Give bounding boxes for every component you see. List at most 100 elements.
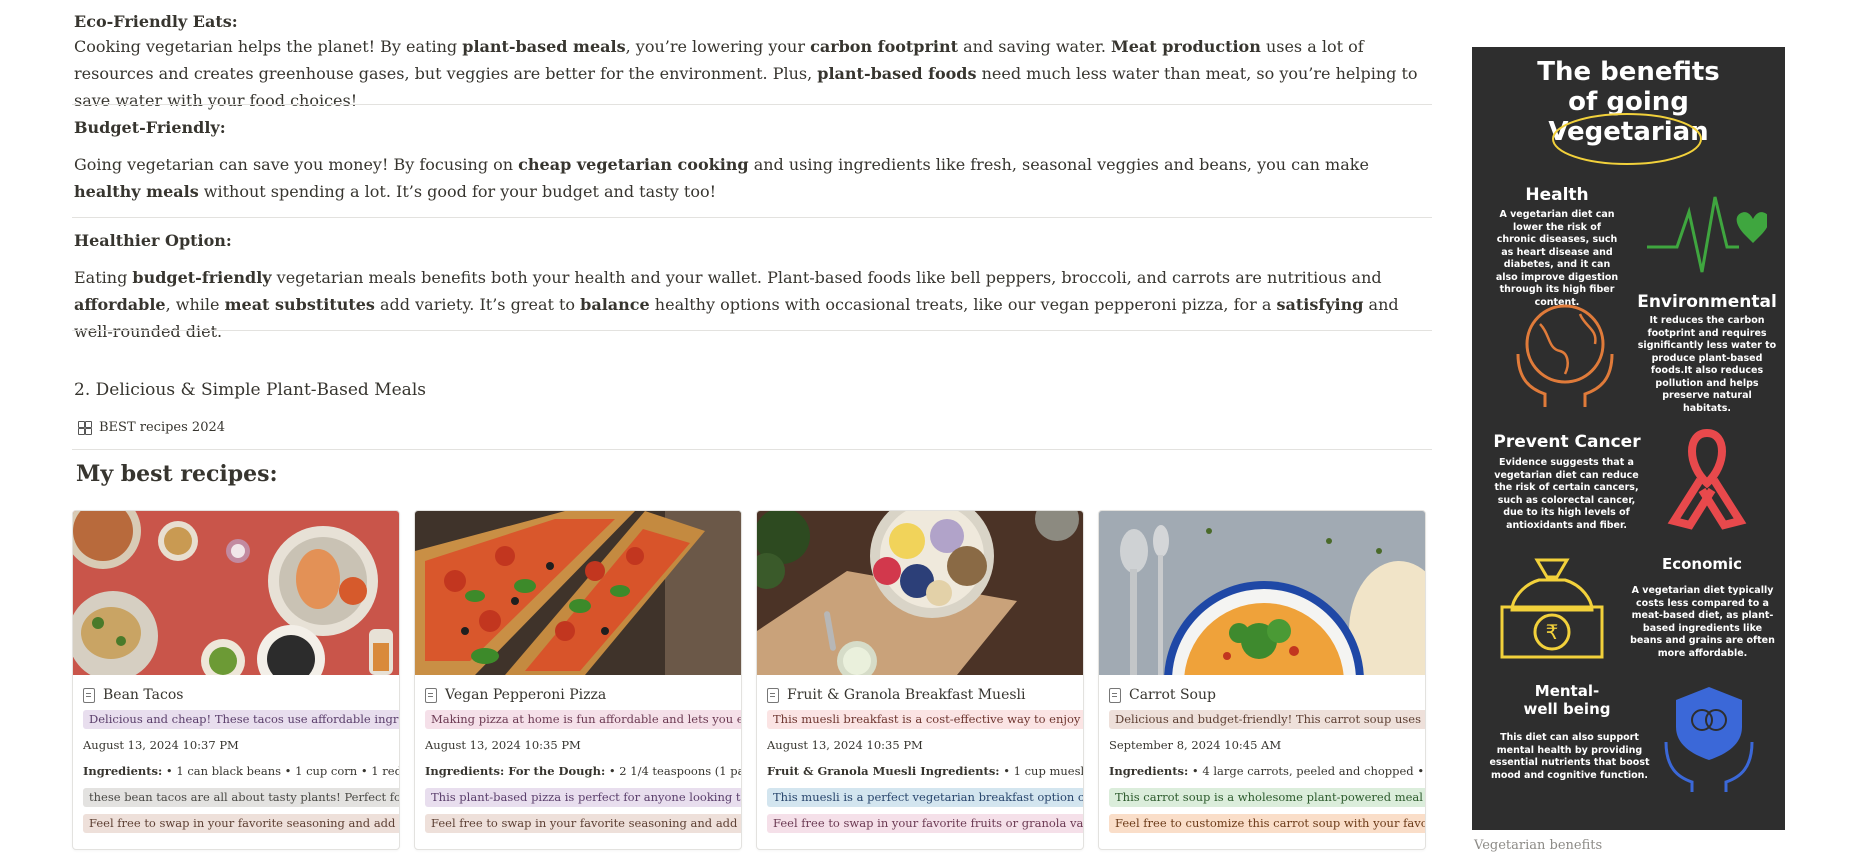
summary-tag: Delicious and cheap! These tacos use aff…: [83, 710, 399, 729]
section-heading[interactable]: 2. Delicious & Simple Plant-Based Meals: [74, 380, 426, 400]
text: add variety. It’s great to: [374, 295, 581, 314]
card-ingredients: Ingredients: For the Dough: • 2 1/4 teas…: [425, 758, 741, 784]
page-icon: [1109, 687, 1121, 703]
bold-text: Meat production: [1111, 37, 1261, 56]
globe-hands-icon: [1516, 304, 1614, 407]
card-ingredients: Fruit & Granola Muesli Ingredients: • 1 …: [767, 758, 1083, 784]
recipe-card-muesli[interactable]: Fruit & Granola Breakfast Muesli This mu…: [756, 510, 1084, 850]
text: Cooking vegetarian helps the planet! By …: [74, 37, 463, 56]
card-title-text: Bean Tacos: [103, 687, 184, 703]
bold-text: satisfying: [1276, 295, 1364, 314]
card-date: August 13, 2024 10:35 PM: [767, 738, 923, 752]
mental-text: This diet can also support mental health…: [1489, 732, 1650, 781]
recipe-card-carrot-soup[interactable]: Carrot Soup Delicious and budget-friendl…: [1098, 510, 1426, 850]
page-icon: [425, 687, 437, 703]
text: healthy options with occasional treats, …: [649, 295, 1277, 314]
ingredients-label: Fruit & Granola Muesli Ingredients:: [767, 764, 1000, 778]
card-tip: Feel free to swap in your favorite fruit…: [767, 810, 1083, 836]
ingredients-text: • 2 1/4 teaspoons (1 packet) act: [608, 764, 741, 778]
card-title-text: Fruit & Granola Breakfast Muesli: [787, 687, 1026, 703]
bold-text: cheap vegetarian cooking: [518, 155, 749, 174]
eco-paragraph: Cooking vegetarian helps the planet! By …: [74, 33, 1430, 114]
currency-symbol: ₹: [1546, 620, 1559, 644]
card-title[interactable]: Fruit & Granola Breakfast Muesli: [767, 684, 1083, 706]
card-tip: Feel free to swap in your favorite seaso…: [425, 810, 741, 836]
eco-title: Eco-Friendly Eats:: [74, 12, 238, 31]
recipe-gallery: Bean Tacos Delicious and cheap! These ta…: [72, 510, 1426, 850]
card-ingredients: Ingredients: • 1 can black beans • 1 cup…: [83, 758, 399, 784]
bold-text: plant-based meals: [462, 37, 626, 56]
card-summary: Delicious and cheap! These tacos use aff…: [83, 706, 399, 732]
database-link-label: BEST recipes 2024: [99, 420, 226, 435]
summary-tag: Delicious and budget-friendly! This carr…: [1109, 710, 1425, 729]
card-date: August 13, 2024 10:37 PM: [83, 738, 239, 752]
text: Eating: [74, 268, 133, 287]
ingredients-label: Ingredients:: [1109, 764, 1189, 778]
card-cover-image: [73, 511, 399, 675]
budget-paragraph: Going vegetarian can save you money! By …: [74, 151, 1430, 205]
summary-tag: Making pizza at home is fun affordable a…: [425, 710, 741, 729]
ribbon-icon: [1667, 428, 1747, 530]
ingredients-text: • 4 large carrots, peeled and chopped • …: [1191, 764, 1425, 778]
tip-tag: Feel free to customize this carrot soup …: [1109, 814, 1425, 833]
ingredients-label: Ingredients:: [83, 764, 163, 778]
title-line: The benefits: [1537, 57, 1720, 87]
gallery-heading: My best recipes:: [76, 461, 278, 487]
bold-text: budget-friendly: [132, 268, 272, 287]
text: without spending a lot. It’s good for yo…: [198, 182, 717, 201]
text: vegetarian meals benefits both your heal…: [271, 268, 1382, 287]
title-circle-scribble: [1552, 113, 1702, 165]
mental-heading-line: Mental-: [1534, 682, 1600, 700]
card-tip: Feel free to customize this carrot soup …: [1109, 810, 1425, 836]
health-paragraph: Eating budget-friendly vegetarian meals …: [74, 264, 1430, 345]
cancer-heading: Prevent Cancer: [1493, 432, 1641, 452]
summary-tag: This muesli breakfast is a cost-effectiv…: [767, 710, 1083, 729]
text: and saving water.: [958, 37, 1112, 56]
heartbeat-icon: [1647, 196, 1767, 273]
environmental-text: It reduces the carbon footprint and requ…: [1637, 315, 1777, 414]
health-title: Healthier Option:: [74, 231, 232, 250]
card-date: August 13, 2024 10:35 PM: [425, 738, 581, 752]
tip-tag: Feel free to swap in your favorite seaso…: [83, 814, 399, 833]
bold-text: affordable: [74, 295, 166, 314]
economic-heading: Economic: [1661, 555, 1743, 573]
note-tag: these bean tacos are all about tasty pla…: [83, 788, 399, 807]
bold-text: healthy meals: [74, 182, 199, 201]
vegetarian-benefits-infographic[interactable]: The benefits of going Vegetarian Health …: [1472, 47, 1785, 830]
recipe-card-bean-tacos[interactable]: Bean Tacos Delicious and cheap! These ta…: [72, 510, 400, 850]
text: , you’re lowering your: [625, 37, 811, 56]
card-title[interactable]: Bean Tacos: [83, 684, 399, 706]
divider: [72, 330, 1432, 331]
divider: [72, 449, 1432, 450]
card-cover-image: [1099, 511, 1425, 675]
bold-text: carbon footprint: [810, 37, 959, 56]
bold-text: meat substitutes: [224, 295, 375, 314]
tip-tag: Feel free to swap in your favorite fruit…: [767, 814, 1083, 833]
card-title[interactable]: Vegan Pepperoni Pizza: [425, 684, 741, 706]
divider: [72, 217, 1432, 218]
card-ingredients: Ingredients: • 4 large carrots, peeled a…: [1109, 758, 1425, 784]
gallery-icon: [78, 420, 92, 435]
card-note: This muesli is a perfect vegetarian brea…: [767, 784, 1083, 810]
environmental-heading: Environmental: [1637, 292, 1777, 312]
mental-heading: Mental- well being: [1502, 682, 1632, 718]
recipe-card-vegan-pizza[interactable]: Vegan Pepperoni Pizza Making pizza at ho…: [414, 510, 742, 850]
database-link[interactable]: BEST recipes 2024: [78, 420, 225, 435]
card-cover-image: [415, 511, 741, 675]
card-note: these bean tacos are all about tasty pla…: [83, 784, 399, 810]
card-title-text: Vegan Pepperoni Pizza: [445, 687, 607, 703]
card-summary: Making pizza at home is fun affordable a…: [425, 706, 741, 732]
ingredients-text: • 1 can black beans • 1 cup corn • 1 red…: [165, 764, 399, 778]
ingredients-label: Ingredients: For the Dough:: [425, 764, 606, 778]
card-title-text: Carrot Soup: [1129, 687, 1216, 703]
note-tag: This carrot soup is a wholesome plant-po…: [1109, 788, 1425, 807]
tip-tag: Feel free to swap in your favorite seaso…: [425, 814, 741, 833]
card-tip: Feel free to swap in your favorite seaso…: [83, 810, 399, 836]
card-note: This carrot soup is a wholesome plant-po…: [1109, 784, 1425, 810]
divider: [72, 104, 1432, 105]
ingredients-text: • 1 cup muesli • 1/2 cu: [1003, 764, 1083, 778]
health-heading: Health: [1525, 185, 1589, 205]
mental-heading-line: well being: [1523, 700, 1611, 718]
card-title[interactable]: Carrot Soup: [1109, 684, 1425, 706]
cancer-text: Evidence suggests that a vegetarian diet…: [1494, 457, 1639, 531]
